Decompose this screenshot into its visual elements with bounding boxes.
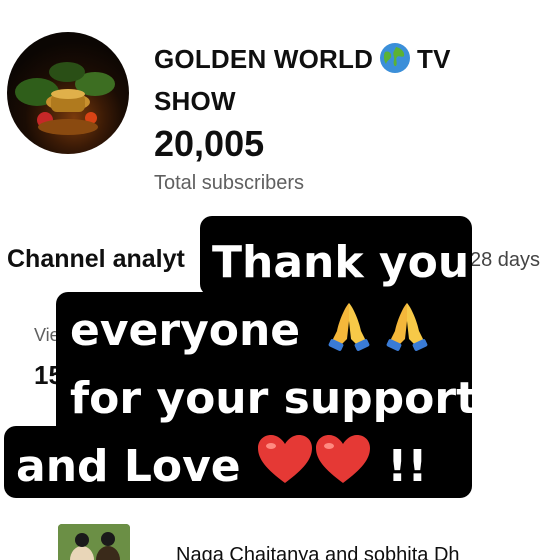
folded-hands-icon — [383, 299, 431, 351]
globe-icon — [379, 42, 411, 74]
red-heart-icon — [256, 433, 314, 487]
caption-line-3: for your support — [70, 373, 478, 424]
channel-name-part2: TV — [417, 44, 451, 74]
caption-line-4: and Love !! — [16, 433, 427, 500]
channel-name: GOLDEN WORLD TV SHOW — [154, 38, 484, 122]
caption-line-2-text: everyone — [70, 305, 301, 356]
channel-name-line2: SHOW — [154, 86, 236, 116]
channel-name-part1: GOLDEN WORLD — [154, 44, 374, 74]
subscriber-label: Total subscribers — [154, 172, 305, 194]
analytics-title: Channel analyt — [7, 245, 185, 273]
channel-avatar[interactable] — [7, 32, 129, 154]
analytics-period[interactable]: 28 days — [470, 249, 540, 272]
caption-line-2: everyone — [70, 298, 431, 364]
video-thumbnail[interactable] — [58, 524, 130, 560]
subscriber-count: 20,005 — [154, 123, 265, 164]
video-title[interactable]: Naga Chaitanya and sobhita Dh — [176, 544, 460, 560]
folded-hands-icon — [325, 299, 373, 351]
caption-line-4-text: and Love — [16, 441, 241, 492]
red-heart-icon — [314, 433, 372, 487]
caption-line-1: Thank you — [212, 237, 470, 288]
caption-line-4-end: !! — [387, 441, 428, 492]
